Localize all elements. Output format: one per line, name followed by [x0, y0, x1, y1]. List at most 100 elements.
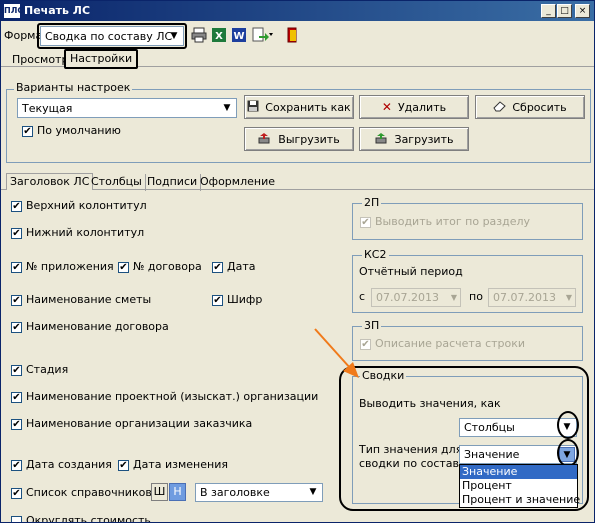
chevron-down-icon: ▼: [309, 487, 317, 497]
printer-icon[interactable]: [191, 27, 207, 43]
window-title: Печать ЛС: [24, 4, 91, 17]
minimize-button[interactable]: _: [541, 4, 556, 18]
tab-signatures[interactable]: Подписи: [144, 174, 202, 191]
contract-name-label: Наименование договора: [26, 320, 169, 333]
n-toggle-button[interactable]: Н: [169, 483, 186, 501]
chevron-down-icon: ▼: [450, 293, 457, 302]
to-date-value: 07.07.2013: [493, 291, 556, 304]
tab-view[interactable]: Просмотр: [9, 52, 71, 69]
cipher-checkbox[interactable]: ✔: [212, 295, 223, 306]
dropdown-option-percent-and-value[interactable]: Процент и значение: [460, 493, 580, 507]
round-cost-label: Округлять стоимость: [26, 514, 151, 523]
tab-columns[interactable]: Столбцы: [88, 174, 146, 191]
period-label: Отчётный период: [359, 265, 463, 278]
svg-text:X: X: [215, 31, 223, 42]
modified-checkbox[interactable]: ✔: [118, 460, 129, 471]
date-label: Дата: [227, 260, 256, 273]
from-date-value: 07.07.2013: [376, 291, 439, 304]
save-as-button[interactable]: Сохранить как: [244, 95, 354, 119]
ref-placement-value: В заголовке: [200, 486, 270, 499]
tab-header-ls[interactable]: Заголовок ЛС: [6, 173, 94, 190]
floppy-icon: [247, 96, 259, 118]
dropdown-option-percent[interactable]: Процент: [460, 479, 577, 493]
estimate-name-label: Наименование сметы: [26, 293, 152, 306]
form-select[interactable]: Сводка по составу ЛС ▼: [40, 26, 184, 46]
to-date-picker[interactable]: 07.07.2013 ▼: [488, 288, 576, 307]
modified-label: Дата изменения: [133, 458, 228, 471]
date-checkbox[interactable]: ✔: [212, 262, 223, 273]
chevron-down-icon: ▼: [223, 103, 231, 113]
stage-label: Стадия: [26, 363, 69, 376]
round-cost-checkbox[interactable]: [11, 516, 22, 522]
to-label: по: [469, 290, 483, 303]
title-bar[interactable]: ПЛС Печать ЛС _ □ ×: [1, 1, 594, 21]
created-checkbox[interactable]: ✔: [11, 460, 22, 471]
exit-icon[interactable]: [284, 27, 300, 43]
value-type-label-2: сводки по составу: [359, 457, 466, 470]
value-type-value: Значение: [464, 448, 520, 461]
variants-group-title: Варианты настроек: [14, 81, 133, 94]
contract-no-checkbox[interactable]: ✔: [118, 262, 129, 273]
ref-list-checkbox[interactable]: ✔: [11, 488, 22, 499]
save-as-label: Сохранить как: [265, 101, 351, 114]
customer-org-checkbox[interactable]: ✔: [11, 419, 22, 430]
variants-select[interactable]: Текущая ▼: [17, 98, 237, 118]
chevron-down-icon: ▼: [565, 293, 572, 302]
sh-toggle-button[interactable]: Ш: [151, 483, 168, 501]
delete-x-icon: ✕: [381, 100, 392, 114]
bottom-footer-checkbox[interactable]: ✔: [11, 228, 22, 239]
annotation-arrow-icon: [314, 328, 359, 378]
output-as-label: Выводить значения, как: [359, 397, 501, 410]
export-button[interactable]: Выгрузить: [244, 127, 354, 151]
bottom-footer-label: Нижний колонтитул: [26, 226, 145, 239]
design-org-checkbox[interactable]: ✔: [11, 392, 22, 403]
default-label: По умолчанию: [37, 124, 121, 137]
delete-button[interactable]: ✕ Удалить: [359, 95, 469, 119]
default-checkbox[interactable]: ✔: [22, 126, 33, 137]
contract-no-label: № договора: [133, 260, 202, 273]
dropdown-option-value[interactable]: Значение: [460, 465, 577, 479]
print-ls-window: ПЛС Печать ЛС _ □ × Форма Сводка по сост…: [0, 0, 595, 523]
group-ks2-title: КС2: [362, 248, 389, 261]
import-button[interactable]: Загрузить: [359, 127, 469, 151]
section-total-checkbox[interactable]: ✔: [360, 217, 371, 228]
group-2p-title: 2П: [362, 196, 382, 209]
from-date-picker[interactable]: 07.07.2013 ▼: [371, 288, 461, 307]
reset-button[interactable]: Сбросить: [475, 95, 585, 119]
export-menu-icon[interactable]: [251, 27, 273, 43]
from-label: с: [359, 290, 366, 303]
word-icon[interactable]: W: [231, 27, 247, 43]
excel-icon[interactable]: X: [211, 27, 227, 43]
export-arrow-icon: [258, 128, 272, 150]
top-footer-label: Верхний колонтитул: [26, 199, 147, 212]
tab-design[interactable]: Оформление: [197, 174, 278, 191]
customer-org-label: Наименование организации заказчика: [26, 417, 253, 430]
form-select-value: Сводка по составу ЛС: [45, 30, 173, 43]
tab-settings[interactable]: Настройки: [67, 51, 135, 68]
row-calc-label: Описание расчета строки: [375, 337, 526, 350]
estimate-name-checkbox[interactable]: ✔: [11, 295, 22, 306]
delete-label: Удалить: [397, 101, 447, 114]
chevron-down-icon: ▼: [170, 31, 178, 41]
contract-name-checkbox[interactable]: ✔: [11, 322, 22, 333]
close-button[interactable]: ×: [575, 4, 590, 18]
stage-checkbox[interactable]: ✔: [11, 365, 22, 376]
value-type-arrow-highlight: [557, 439, 579, 467]
app-icon: ПЛС: [4, 4, 23, 18]
output-as-value: Столбцы: [464, 421, 515, 434]
import-label: Загрузить: [394, 133, 454, 146]
maximize-button[interactable]: □: [557, 4, 572, 18]
design-org-label: Наименование проектной (изыскат.) органи…: [26, 390, 319, 403]
cipher-label: Шифр: [227, 293, 263, 306]
svg-text:W: W: [233, 31, 244, 42]
created-label: Дата создания: [26, 458, 112, 471]
ref-placement-select[interactable]: В заголовке ▼: [195, 483, 323, 502]
reset-label: Сбросить: [512, 101, 567, 114]
ref-list-label: Список справочников: [26, 486, 152, 499]
appendix-no-checkbox[interactable]: ✔: [11, 262, 22, 273]
eraser-icon: [493, 96, 507, 118]
value-type-label-1: Тип значения для: [359, 443, 463, 456]
top-footer-checkbox[interactable]: ✔: [11, 201, 22, 212]
appendix-no-label: № приложения: [26, 260, 114, 273]
export-label: Выгрузить: [278, 133, 340, 146]
